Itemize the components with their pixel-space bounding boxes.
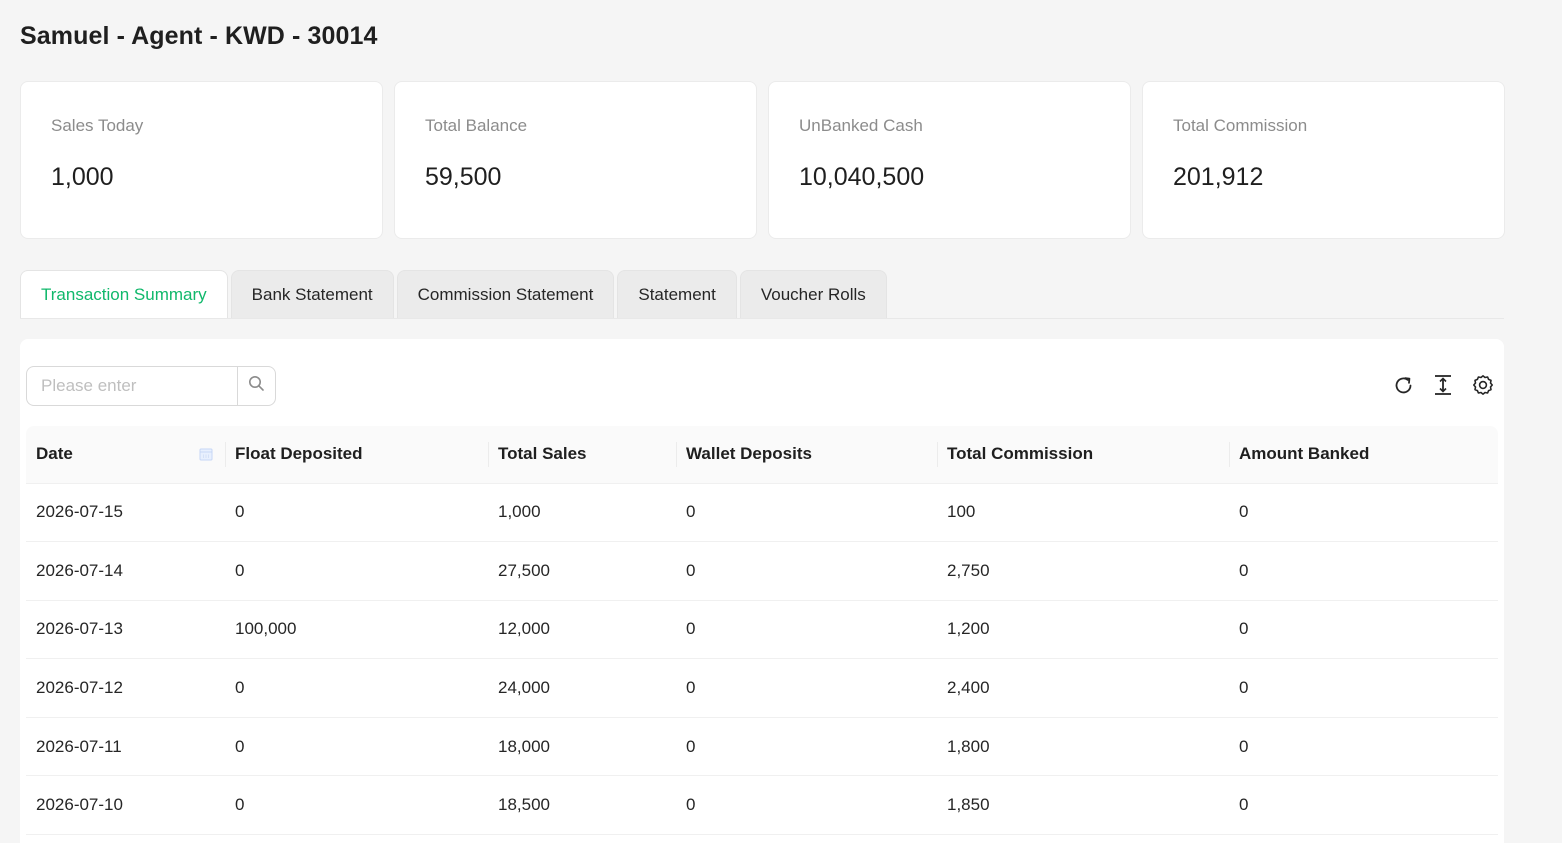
tab-voucher-rolls[interactable]: Voucher Rolls: [739, 270, 887, 318]
stat-card-total-commission: Total Commission 201,912: [1142, 81, 1505, 239]
table-cell: 0: [225, 541, 488, 601]
tab-statement[interactable]: Statement: [617, 270, 737, 318]
column-header-wallet-deposits[interactable]: Wallet Deposits: [676, 426, 937, 484]
tab-transaction-summary[interactable]: Transaction Summary: [20, 270, 228, 318]
table-cell: 0: [225, 717, 488, 777]
stat-value: 59,500: [425, 163, 502, 191]
stat-label: Total Balance: [425, 116, 528, 135]
tab-bar: Transaction Summary Bank Statement Commi…: [20, 270, 1504, 319]
table-cell: 18,500: [488, 775, 676, 836]
search-button[interactable]: [237, 366, 276, 406]
column-header-amount-banked[interactable]: Amount Banked: [1229, 426, 1498, 484]
column-label: Float Deposited: [235, 444, 363, 464]
stat-card-unbanked-cash: UnBanked Cash 10,040,500: [768, 81, 1131, 239]
table-cell: 2,400: [937, 658, 1229, 718]
column-label: Wallet Deposits: [686, 444, 812, 464]
stat-label: Sales Today: [51, 116, 144, 135]
column-header-total-commission[interactable]: Total Commission: [937, 426, 1229, 484]
transaction-summary-panel: Date Float Deposited Total Sales Wallet …: [20, 339, 1504, 843]
table-cell: 0: [1229, 600, 1498, 660]
table-row: 2026-07-15 0 1,000 0 100 0: [26, 483, 1498, 543]
table-row: 2026-07-13 100,000 12,000 0 1,200 0: [26, 600, 1498, 660]
table-cell: 1,850: [937, 775, 1229, 836]
page-title: Samuel - Agent - KWD - 30014: [20, 22, 378, 50]
column-label: Amount Banked: [1239, 444, 1370, 464]
column-label: Total Commission: [947, 444, 1094, 464]
table-cell: 0: [1229, 658, 1498, 718]
table-cell: 0: [1229, 483, 1498, 543]
column-label: Total Sales: [498, 444, 587, 464]
table-cell: 0: [1229, 717, 1498, 777]
table-cell: 2026-07-10: [26, 775, 225, 836]
stat-value: 201,912: [1173, 163, 1264, 191]
table-header-row: Date Float Deposited Total Sales Wallet …: [26, 426, 1498, 484]
search-box: [26, 366, 276, 406]
stat-label: Total Commission: [1173, 116, 1308, 135]
column-label: Date: [36, 444, 73, 464]
table-cell: 2026-07-14: [26, 541, 225, 601]
table-cell: 0: [225, 775, 488, 836]
stat-card-total-balance: Total Balance 59,500: [394, 81, 757, 239]
table-toolbar: [1392, 374, 1494, 396]
table-cell: 27,500: [488, 541, 676, 601]
tab-commission-statement[interactable]: Commission Statement: [396, 270, 615, 318]
search-icon: [248, 375, 265, 397]
column-header-date[interactable]: Date: [26, 426, 225, 484]
table-row: 2026-07-14 0 27,500 0 2,750 0: [26, 541, 1498, 601]
table-cell: 0: [225, 658, 488, 718]
table-row: 2026-07-11 0 18,000 0 1,800 0: [26, 717, 1498, 777]
table-cell: 2026-07-13: [26, 600, 225, 660]
table-cell: 100: [937, 483, 1229, 543]
stats-row: Sales Today 1,000 Total Balance 59,500 U…: [20, 81, 1505, 239]
column-header-float-deposited[interactable]: Float Deposited: [225, 426, 488, 484]
stat-card-sales-today: Sales Today 1,000: [20, 81, 383, 239]
table-cell: 2026-07-15: [26, 483, 225, 543]
reload-icon[interactable]: [1392, 374, 1414, 396]
transaction-table: Date Float Deposited Total Sales Wallet …: [26, 426, 1498, 836]
table-cell: 2026-07-12: [26, 658, 225, 718]
stat-value: 10,040,500: [799, 163, 925, 191]
table-cell: 1,800: [937, 717, 1229, 777]
table-row: 2026-07-12 0 24,000 0 2,400 0: [26, 658, 1498, 718]
table-cell: 0: [1229, 775, 1498, 836]
table-cell: 0: [676, 658, 937, 718]
table-cell: 1,000: [488, 483, 676, 543]
table-cell: 100,000: [225, 600, 488, 660]
settings-icon[interactable]: [1472, 374, 1494, 396]
stat-value: 1,000: [51, 163, 114, 191]
table-cell: 0: [676, 541, 937, 601]
table-cell: 12,000: [488, 600, 676, 660]
table-cell: 0: [676, 600, 937, 660]
table-cell: 2026-07-11: [26, 717, 225, 777]
table-cell: 24,000: [488, 658, 676, 718]
table-cell: 0: [676, 483, 937, 543]
calendar-icon[interactable]: [199, 446, 213, 466]
table-cell: 18,000: [488, 717, 676, 777]
stat-label: UnBanked Cash: [799, 116, 923, 135]
table-cell: 0: [225, 483, 488, 543]
column-header-total-sales[interactable]: Total Sales: [488, 426, 676, 484]
tab-bank-statement[interactable]: Bank Statement: [230, 270, 394, 318]
table-row: 2026-07-10 0 18,500 0 1,850 0: [26, 775, 1498, 836]
column-height-icon[interactable]: [1432, 374, 1454, 396]
table-cell: 1,200: [937, 600, 1229, 660]
table-cell: 0: [676, 717, 937, 777]
table-cell: 0: [676, 775, 937, 836]
table-cell: 0: [1229, 541, 1498, 601]
search-input[interactable]: [26, 366, 237, 406]
table-cell: 2,750: [937, 541, 1229, 601]
